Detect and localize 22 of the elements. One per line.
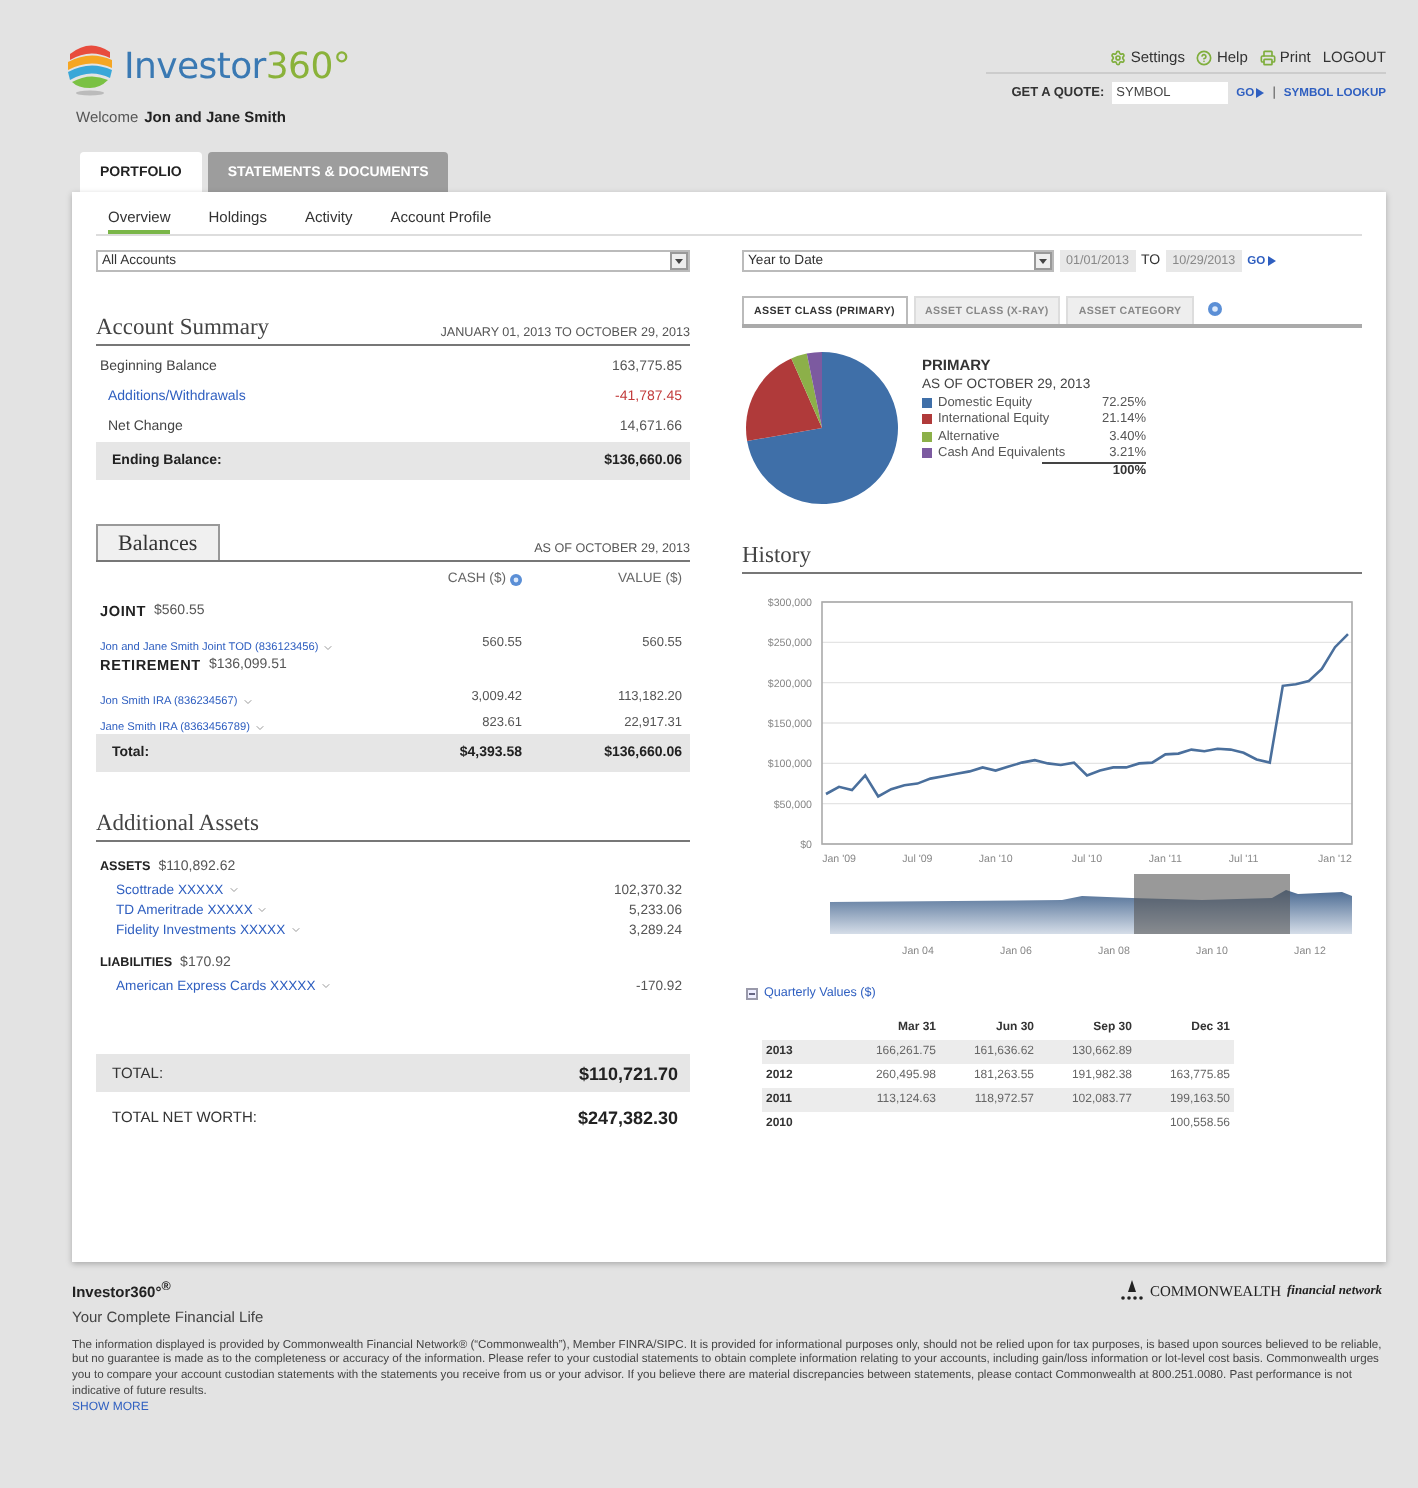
settings-icon [1110,49,1127,65]
section-title: Additional Assets [96,812,259,836]
info-icon[interactable] [510,573,522,585]
chevron-down-icon [256,904,269,916]
logo-text: Investor360° [124,45,351,87]
partner-logo-icon [1119,1280,1144,1300]
total-value: $110,721.70 [578,1063,678,1083]
net-worth-value: $247,382.30 [577,1107,678,1127]
help-icon[interactable] [1207,302,1222,316]
triangle-right-icon [1256,88,1265,98]
chevron-down-icon [289,924,302,936]
chevron-down-icon [322,642,335,654]
triangle-right-icon [1267,256,1276,266]
range-selector[interactable] [1134,874,1290,934]
chevron-down-icon [253,722,266,734]
chevron-down-icon [241,696,254,708]
section-title: History [742,544,811,568]
printer-icon [1259,49,1276,65]
chevron-down-icon [319,980,332,992]
chevron-down-icon [227,884,240,896]
help-icon [1196,49,1213,65]
section-title: Account Summary [96,316,270,340]
